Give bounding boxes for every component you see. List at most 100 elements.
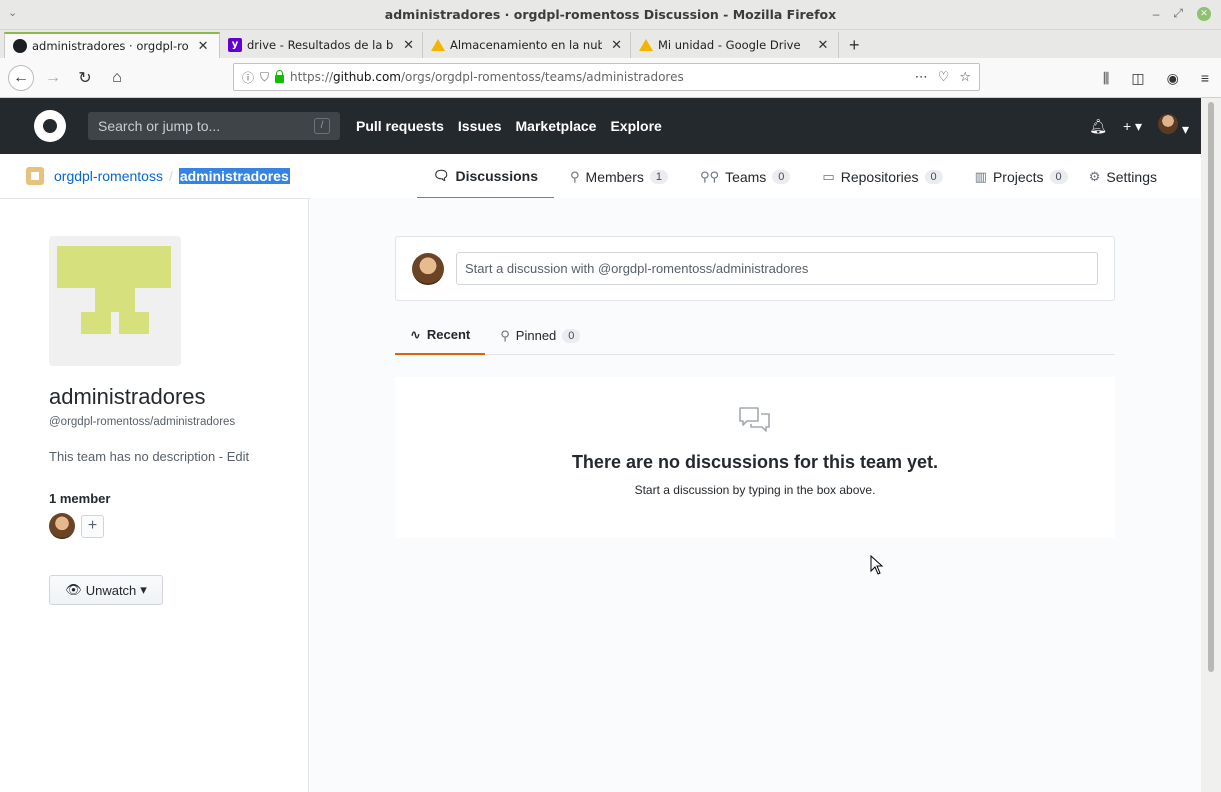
nav-issues[interactable]: Issues bbox=[458, 118, 502, 134]
tab-label: Repositories bbox=[840, 168, 919, 185]
add-member-button[interactable]: + bbox=[81, 514, 104, 538]
nav-pull-requests[interactable]: Pull requests bbox=[356, 118, 444, 134]
user-menu[interactable]: ▾ bbox=[1158, 114, 1189, 138]
new-tab-icon[interactable]: + bbox=[839, 32, 870, 58]
member-avatars: + bbox=[49, 513, 104, 539]
tab-members[interactable]: ⚲ Members 1 bbox=[554, 154, 684, 199]
library-icon[interactable]: ⫼ bbox=[1103, 70, 1109, 87]
member-avatar[interactable] bbox=[49, 513, 75, 539]
breadcrumb-org[interactable]: orgdpl-romentoss bbox=[54, 168, 163, 184]
url-bar[interactable]: ⓘ ⛉ https://github.com/orgs/orgdpl-romen… bbox=[233, 63, 980, 91]
maximize-icon[interactable]: ⤢ bbox=[1173, 6, 1183, 21]
unwatch-button[interactable]: 👁︎ Unwatch ▾ bbox=[49, 575, 163, 605]
browser-tab-github[interactable]: administradores · orgdpl-ro ✕ bbox=[4, 32, 220, 58]
bookmark-star-icon[interactable]: ☆ bbox=[959, 70, 971, 85]
tab-label: Teams bbox=[725, 168, 767, 185]
team-header: orgdpl-romentoss / administradores 🗨 Dis… bbox=[0, 154, 1221, 199]
tab-pinned[interactable]: ⚲ Pinned 0 bbox=[485, 316, 595, 355]
tab-repositories[interactable]: ▭ Repositories 0 bbox=[806, 154, 958, 199]
notifications-bell-icon[interactable]: 🔔︎ bbox=[1089, 118, 1107, 135]
project-icon: ▥ bbox=[974, 168, 987, 184]
scrollbar-thumb[interactable] bbox=[1208, 102, 1214, 672]
browser-tab-my-drive[interactable]: Mi unidad - Google Drive ✕ bbox=[631, 32, 839, 58]
tab-label: Projects bbox=[992, 168, 1044, 185]
tab-recent[interactable]: ∿ Recent bbox=[395, 316, 486, 355]
pinned-counter: 0 bbox=[562, 328, 581, 343]
people-icon: ⚲⚲ bbox=[700, 168, 720, 184]
tab-label: Discussions bbox=[455, 167, 538, 184]
sidebar-icon[interactable]: ◫ bbox=[1131, 70, 1144, 87]
members-count: 1 member bbox=[49, 491, 111, 506]
nav-explore[interactable]: Explore bbox=[610, 118, 661, 134]
tab-projects[interactable]: ▥ Projects 0 bbox=[959, 154, 1084, 199]
github-favicon-icon bbox=[13, 39, 27, 53]
github-global-nav: Pull requests Issues Marketplace Explore bbox=[356, 118, 662, 134]
repositories-counter: 0 bbox=[924, 169, 943, 184]
org-avatar-icon[interactable] bbox=[26, 167, 44, 185]
discussion-input[interactable] bbox=[456, 252, 1098, 285]
teams-counter: 0 bbox=[772, 169, 791, 184]
tab-label: Settings bbox=[1106, 168, 1157, 185]
window-controls: – ⤢ ✕ bbox=[1153, 6, 1211, 21]
team-sidebar: administradores @orgdpl-romentoss/admini… bbox=[0, 198, 309, 792]
github-logo-icon[interactable] bbox=[34, 110, 66, 142]
team-avatar bbox=[49, 236, 181, 366]
discussion-composer bbox=[395, 236, 1115, 301]
tab-label: Mi unidad - Google Drive bbox=[658, 38, 801, 52]
breadcrumb-team[interactable]: administradores bbox=[178, 168, 290, 184]
tab-teams[interactable]: ⚲⚲ Teams 0 bbox=[684, 154, 806, 199]
url-host: github.com bbox=[333, 70, 401, 84]
tab-close-icon[interactable]: ✕ bbox=[403, 38, 414, 53]
pocket-icon[interactable]: ♡ bbox=[938, 70, 950, 85]
comment-discussion-icon: 🗨 bbox=[433, 167, 450, 183]
info-icon[interactable]: ⓘ bbox=[242, 69, 254, 86]
github-header: Search or jump to... / Pull requests Iss… bbox=[0, 98, 1221, 154]
tab-close-icon[interactable]: ✕ bbox=[818, 38, 829, 53]
url-path: /orgs/orgdpl-romentoss/teams/administrad… bbox=[400, 70, 684, 84]
minimize-icon[interactable]: – bbox=[1153, 7, 1160, 21]
team-description: This team has no description - Edit bbox=[49, 449, 249, 464]
extension-icon[interactable]: ◉ bbox=[1167, 70, 1179, 87]
page-content: administradores @orgdpl-romentoss/admini… bbox=[0, 198, 1201, 792]
tracking-shield-icon[interactable]: ⛉ bbox=[260, 70, 269, 85]
nav-marketplace[interactable]: Marketplace bbox=[516, 118, 597, 134]
search-input[interactable]: Search or jump to... / bbox=[88, 112, 340, 140]
tab-label: administradores · orgdpl-ro bbox=[32, 39, 189, 53]
browser-tab-drive-storage[interactable]: Almacenamiento en la nub ✕ bbox=[423, 32, 631, 58]
google-drive-favicon-icon bbox=[639, 39, 653, 51]
caret-down-icon: ▾ bbox=[140, 582, 147, 597]
pulse-icon: ∿ bbox=[410, 326, 421, 342]
tab-settings[interactable]: ⚙ Settings bbox=[1073, 154, 1173, 199]
forward-arrow-icon[interactable]: → bbox=[40, 65, 66, 91]
tab-discussions[interactable]: 🗨 Discussions bbox=[417, 154, 554, 199]
google-drive-favicon-icon bbox=[431, 39, 445, 51]
tab-label: Recent bbox=[426, 327, 471, 342]
window-titlebar: ⌄ administradores · orgdpl-romentoss Dis… bbox=[0, 0, 1221, 30]
unwatch-label: Unwatch bbox=[85, 582, 137, 598]
edit-description-link[interactable]: Edit bbox=[227, 449, 249, 464]
tab-label: Pinned bbox=[515, 328, 557, 343]
lock-icon[interactable] bbox=[275, 69, 285, 83]
repo-icon: ▭ bbox=[822, 168, 835, 184]
tab-label: drive - Resultados de la bús bbox=[247, 38, 395, 52]
github-header-actions: 🔔︎ + ▾ ▾ bbox=[1089, 114, 1189, 138]
close-window-icon[interactable]: ✕ bbox=[1197, 6, 1211, 21]
empty-state-title: There are no discussions for this team y… bbox=[571, 452, 939, 472]
avatar bbox=[1158, 114, 1179, 134]
back-arrow-icon[interactable]: ← bbox=[8, 64, 34, 91]
create-new-icon[interactable]: + ▾ bbox=[1123, 118, 1142, 135]
tab-close-icon[interactable]: ✕ bbox=[611, 38, 622, 53]
comment-discussion-icon bbox=[739, 407, 770, 432]
tab-close-icon[interactable]: ✕ bbox=[198, 39, 209, 54]
tab-strip: administradores · orgdpl-ro ✕ y drive - … bbox=[0, 30, 1221, 58]
team-tabs: 🗨 Discussions ⚲ Members 1 ⚲⚲ Teams 0 ▭ R… bbox=[417, 154, 1084, 199]
reload-icon[interactable]: ↻ bbox=[72, 65, 98, 91]
browser-toolbar-right: ⫼ ◫ ◉ ≡ bbox=[1103, 70, 1209, 87]
page-scrollbar[interactable] bbox=[1201, 98, 1221, 792]
description-text: This team has no description - bbox=[49, 449, 227, 464]
home-icon[interactable]: ⌂ bbox=[104, 65, 130, 91]
discussion-tabs: ∿ Recent ⚲ Pinned 0 bbox=[395, 316, 1115, 355]
browser-tab-yahoo[interactable]: y drive - Resultados de la bús ✕ bbox=[220, 32, 423, 58]
page-actions-icon[interactable]: ⋯ bbox=[915, 70, 928, 85]
hamburger-menu-icon[interactable]: ≡ bbox=[1201, 70, 1209, 87]
